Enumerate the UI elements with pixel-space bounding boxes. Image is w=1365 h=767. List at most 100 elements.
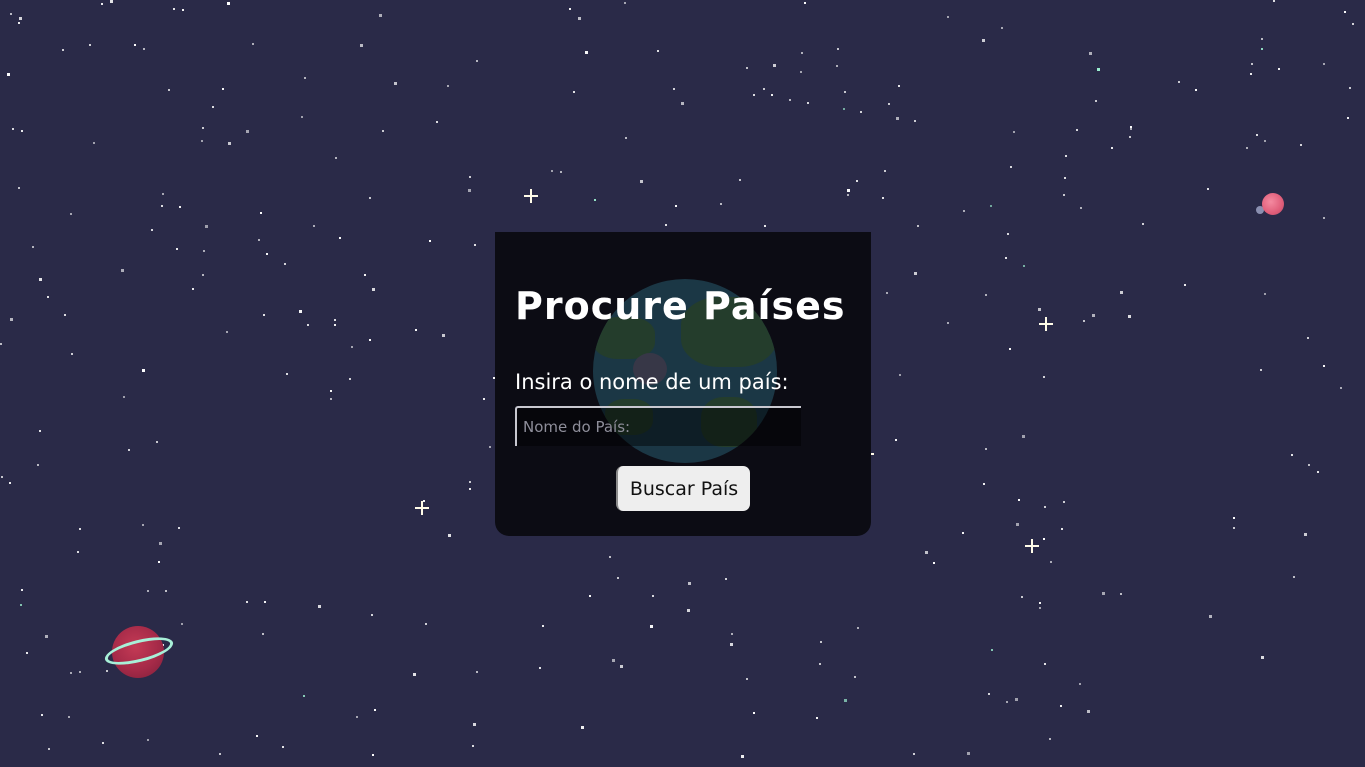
- star-dot: [147, 590, 149, 592]
- star-dot: [886, 292, 888, 294]
- star-dot: [159, 542, 162, 545]
- star-dot: [303, 695, 305, 697]
- star-dot: [442, 334, 445, 337]
- star-dot: [652, 595, 654, 597]
- star-dot: [1015, 698, 1018, 701]
- star-dot: [675, 205, 677, 207]
- star-dot: [589, 595, 591, 597]
- star-dot: [1261, 38, 1263, 40]
- star-dot: [12, 128, 14, 130]
- star-dot: [1256, 134, 1258, 136]
- star-dot: [161, 205, 163, 207]
- star-dot: [896, 117, 899, 120]
- pink-planet-icon: [1262, 193, 1284, 215]
- star-dot: [202, 127, 204, 129]
- star-dot: [967, 752, 970, 755]
- star-dot: [356, 716, 358, 718]
- star-dot: [594, 199, 596, 201]
- star-dot: [110, 0, 113, 3]
- star-dot: [369, 339, 371, 341]
- star-dot: [415, 329, 417, 331]
- space-background: Procure Países Insira o nome de um país:…: [0, 0, 1365, 767]
- star-dot: [1273, 0, 1275, 2]
- star-dot: [364, 274, 366, 276]
- star-dot: [1352, 23, 1354, 25]
- star-dot: [991, 649, 993, 651]
- star-dot: [581, 726, 584, 729]
- star-dot: [476, 60, 478, 62]
- star-dot: [313, 225, 315, 227]
- star-dot: [551, 170, 553, 172]
- star-dot: [914, 120, 916, 122]
- search-country-button[interactable]: Buscar País: [616, 466, 750, 511]
- star-dot: [372, 288, 375, 291]
- star-dot: [753, 712, 755, 714]
- star-dot: [1307, 337, 1309, 339]
- star-dot: [1063, 194, 1065, 196]
- star-dot: [585, 51, 588, 54]
- star-dot: [179, 206, 181, 208]
- star-dot: [837, 48, 839, 50]
- star-dot: [318, 605, 321, 608]
- star-dot: [1092, 314, 1095, 317]
- star-dot: [1129, 136, 1131, 138]
- star-dot: [990, 205, 992, 207]
- star-dot: [468, 189, 471, 192]
- star-dot: [1251, 63, 1253, 65]
- star-dot: [609, 556, 611, 558]
- star-dot: [746, 67, 748, 69]
- star-dot: [79, 671, 81, 673]
- star-dot: [142, 369, 145, 372]
- star-dot: [1061, 528, 1063, 530]
- star-dot: [1039, 602, 1041, 604]
- star-dot: [913, 753, 915, 755]
- star-dot: [985, 448, 987, 450]
- star-dot: [266, 253, 268, 255]
- star-dot: [1, 476, 3, 478]
- star-dot: [394, 82, 397, 85]
- star-dot: [982, 39, 985, 42]
- star-dot: [469, 176, 471, 178]
- star-dot: [142, 524, 144, 526]
- star-dot: [264, 601, 266, 603]
- star-dot: [227, 2, 230, 5]
- star-dot: [673, 88, 675, 90]
- star-dot: [1195, 89, 1197, 91]
- star-dot: [301, 116, 303, 118]
- star-dot: [32, 246, 34, 248]
- star-dot: [1291, 454, 1293, 456]
- country-name-input[interactable]: [515, 406, 801, 446]
- star-dot: [612, 659, 615, 662]
- star-dot: [1233, 517, 1235, 519]
- star-dot: [151, 229, 153, 231]
- star-dot: [62, 49, 64, 51]
- star-dot: [379, 14, 382, 17]
- star-dot: [898, 85, 900, 87]
- star-dot: [173, 8, 175, 10]
- star-dot: [106, 670, 108, 672]
- star-dot: [1013, 131, 1015, 133]
- star-dot: [819, 663, 821, 665]
- star-dot: [1349, 87, 1351, 89]
- star-dot: [156, 441, 158, 443]
- star-dot: [1089, 52, 1092, 55]
- star-dot: [1044, 506, 1046, 508]
- star-dot: [226, 331, 228, 333]
- star-dot: [763, 88, 765, 90]
- star-dot: [895, 439, 897, 441]
- star-dot: [26, 652, 28, 654]
- star-dot: [469, 481, 471, 483]
- star-dot: [1060, 705, 1062, 707]
- star-dot: [725, 578, 727, 580]
- star-dot: [37, 464, 39, 466]
- star-dot: [804, 2, 806, 4]
- search-card: Procure Países Insira o nome de um país:…: [495, 232, 871, 536]
- star-dot: [48, 748, 50, 750]
- star-dot: [168, 89, 170, 91]
- star-dot: [286, 373, 288, 375]
- star-dot: [962, 532, 964, 534]
- star-dot: [847, 194, 849, 196]
- star-dot: [448, 534, 451, 537]
- star-dot: [688, 582, 691, 585]
- star-dot: [1264, 140, 1266, 142]
